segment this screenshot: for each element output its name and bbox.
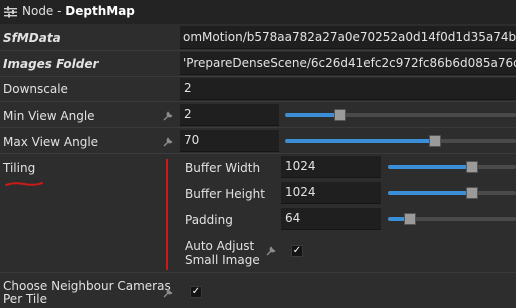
wrench-icon[interactable] bbox=[163, 111, 173, 121]
buffer-height-slider-track[interactable] bbox=[388, 191, 516, 195]
choose-neighbour-label-line2: Per Tile bbox=[3, 292, 47, 306]
row-divider bbox=[0, 272, 516, 273]
min-view-angle-field[interactable]: 2 bbox=[180, 104, 279, 126]
min-view-angle-label: Min View Angle bbox=[3, 109, 95, 123]
red-vertical-annotation bbox=[166, 159, 168, 270]
min-view-angle-slider-fill bbox=[285, 113, 341, 117]
sfmdata-label: SfMData bbox=[3, 31, 61, 45]
settings-sliders-icon bbox=[4, 6, 17, 18]
buffer-width-field[interactable]: 1024 bbox=[281, 156, 381, 178]
buffer-height-slider-handle[interactable] bbox=[466, 187, 479, 199]
max-view-angle-slider-fill bbox=[285, 139, 436, 143]
buffer-width-slider-fill bbox=[388, 165, 473, 169]
padding-label: Padding bbox=[185, 213, 233, 227]
min-view-angle-slider-handle[interactable] bbox=[334, 109, 347, 121]
max-view-angle-field[interactable]: 70 bbox=[180, 130, 279, 152]
node-title: Node - DepthMap bbox=[22, 4, 135, 18]
choose-neighbour-label: Choose Neighbour Cameras Per Tile bbox=[3, 280, 171, 306]
node-header: Node - DepthMap bbox=[0, 0, 516, 24]
wrench-icon[interactable] bbox=[163, 137, 173, 147]
max-view-angle-slider-handle[interactable] bbox=[429, 135, 442, 147]
node-name: DepthMap bbox=[65, 4, 135, 18]
padding-field[interactable]: 64 bbox=[281, 208, 381, 230]
padding-slider-handle[interactable] bbox=[403, 213, 416, 225]
wrench-icon[interactable] bbox=[266, 246, 276, 256]
downscale-label: Downscale bbox=[3, 82, 68, 96]
max-view-angle-label: Max View Angle bbox=[3, 135, 99, 149]
wrench-icon[interactable] bbox=[163, 288, 173, 298]
row-divider bbox=[0, 50, 516, 51]
row-divider bbox=[0, 101, 516, 102]
auto-adjust-label-line1: Auto Adjust bbox=[185, 239, 255, 253]
tiling-label: Tiling bbox=[3, 161, 36, 175]
buffer-height-label: Buffer Height bbox=[185, 187, 265, 201]
sfmdata-field[interactable]: omMotion/b578aa782a27a0e70252a0d14f0d1d3… bbox=[180, 26, 516, 49]
images-folder-label: Images Folder bbox=[3, 57, 99, 71]
auto-adjust-checkbox[interactable]: ✓ bbox=[291, 245, 303, 257]
red-underline-annotation bbox=[5, 182, 43, 186]
auto-adjust-label-line2: Small Image bbox=[185, 253, 260, 267]
buffer-width-label: Buffer Width bbox=[185, 161, 261, 175]
images-folder-field[interactable]: 'PrepareDenseScene/6c26d41efc2c972fc86b6… bbox=[180, 52, 516, 75]
node-title-prefix: Node - bbox=[22, 4, 66, 18]
min-view-angle-slider-track[interactable] bbox=[285, 113, 516, 117]
buffer-height-slider-fill bbox=[388, 191, 473, 195]
row-divider bbox=[0, 153, 516, 154]
auto-adjust-label: Auto Adjust Small Image bbox=[185, 239, 260, 267]
buffer-width-slider-handle[interactable] bbox=[466, 161, 479, 173]
row-divider bbox=[0, 76, 516, 77]
downscale-field[interactable]: 2 bbox=[180, 78, 516, 100]
max-view-angle-slider-track[interactable] bbox=[285, 139, 516, 143]
choose-neighbour-checkbox[interactable]: ✓ bbox=[190, 286, 202, 298]
buffer-height-field[interactable]: 1024 bbox=[281, 182, 381, 204]
row-divider bbox=[0, 127, 516, 128]
buffer-width-slider-track[interactable] bbox=[388, 165, 516, 169]
